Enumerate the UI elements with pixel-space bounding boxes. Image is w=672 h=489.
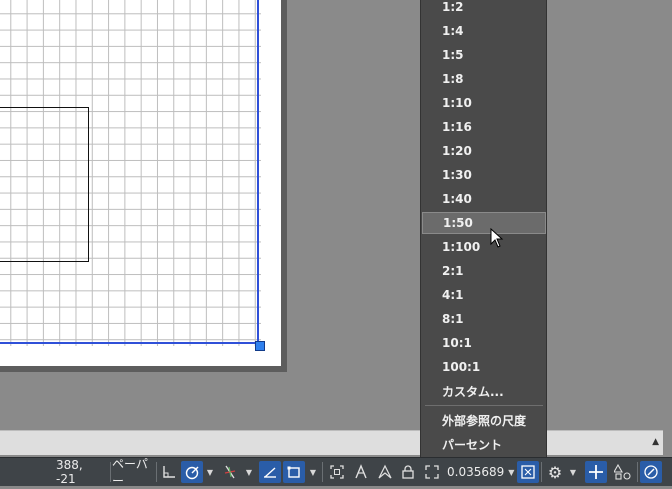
auto-scale-button[interactable]: [349, 458, 373, 486]
chevron-down-icon: ▼: [206, 467, 214, 477]
menu-item-scale[interactable]: 8:1: [422, 308, 546, 330]
menu-item-scale[interactable]: 1:16: [422, 116, 546, 138]
object-snap-dropdown[interactable]: ▼: [306, 458, 320, 486]
isodraft-dropdown[interactable]: ▼: [243, 458, 255, 486]
l-angle-icon: [163, 466, 175, 478]
sync-viewport-button[interactable]: [517, 461, 539, 483]
viewport-grip[interactable]: [255, 341, 265, 351]
menu-item-scale[interactable]: 10:1: [422, 332, 546, 354]
viewport-border[interactable]: [0, 0, 259, 344]
shapes-icon: [614, 464, 631, 480]
fullscreen-icon: [425, 465, 439, 479]
menu-item-scale[interactable]: 1:2: [422, 0, 546, 18]
polar-dropdown[interactable]: ▼: [204, 458, 216, 486]
menu-item-scale[interactable]: 1:100: [422, 236, 546, 258]
object-snap-button[interactable]: [283, 461, 305, 483]
menu-item-custom[interactable]: カスタム...: [422, 380, 546, 402]
paper-sheet: [0, 0, 281, 366]
status-bar: 388, -21 ペーパー ▼ ▼ ▼ 0.035689 ▼ ⚙ ▼: [0, 457, 672, 488]
workspace-button[interactable]: ⚙: [544, 458, 566, 486]
object-snap-tracking-button[interactable]: [259, 461, 281, 483]
annotation-auto-icon: [378, 464, 392, 479]
annotation-monitor-button[interactable]: [585, 461, 607, 483]
mouse-cursor-icon: [490, 228, 504, 248]
menu-item-percent[interactable]: パーセント: [422, 433, 546, 455]
menu-item-scale[interactable]: 1:10: [422, 92, 546, 114]
menu-item-scale[interactable]: 2:1: [422, 260, 546, 282]
fullscreen-button[interactable]: [421, 458, 443, 486]
menu-item-scale[interactable]: 1:5: [422, 44, 546, 66]
lock-icon: [402, 465, 414, 479]
chevron-down-icon: ▼: [245, 467, 253, 477]
isolate-objects-button[interactable]: [611, 458, 635, 486]
viewport-scale-icon: [521, 465, 535, 479]
menu-item-scale[interactable]: 1:30: [422, 164, 546, 186]
graphics-performance-button[interactable]: [640, 461, 662, 483]
drawing-canvas[interactable]: [0, 0, 672, 430]
menu-item-scale[interactable]: 1:8: [422, 68, 546, 90]
menu-item-scale[interactable]: 1:20: [422, 140, 546, 162]
menu-item-scale[interactable]: 1:40: [422, 188, 546, 210]
object-snap-icon: [287, 466, 300, 478]
chevron-down-icon: ▼: [569, 467, 577, 477]
chevron-down-icon: ▼: [309, 467, 317, 477]
bracket-frame-icon: [330, 465, 344, 479]
polar-tracking-icon: [185, 466, 199, 480]
snap-tracking-icon: [264, 467, 276, 478]
annotation-scale-value: 0.035689: [447, 465, 505, 479]
menu-item-scale[interactable]: 1:4: [422, 20, 546, 42]
scale-dropdown-menu: 1:2 1:4 1:5 1:8 1:10 1:16 1:20 1:30 1:40…: [420, 0, 547, 457]
menu-divider: [425, 405, 543, 406]
lock-button[interactable]: [397, 458, 419, 486]
infer-constraints-button[interactable]: [158, 458, 180, 486]
menu-item-xref-scales[interactable]: 外部参照の尺度: [422, 409, 546, 431]
coordinate-readout[interactable]: 388, -21: [56, 458, 106, 486]
space-text: ペーパー: [112, 457, 148, 488]
annotation-scale-selector[interactable]: 0.035689 ▼: [447, 458, 515, 486]
chevron-down-icon: ▼: [508, 467, 515, 477]
performance-dial-icon: [644, 465, 658, 479]
menu-item-scale[interactable]: 100:1: [422, 356, 546, 378]
space-toggle[interactable]: ペーパー: [112, 457, 154, 488]
menu-item-scale-highlighted[interactable]: 1:50: [422, 212, 546, 234]
menu-item-scale[interactable]: 4:1: [422, 284, 546, 306]
scroll-up-arrow-icon[interactable]: ▲: [652, 437, 659, 447]
isodraft-button[interactable]: [218, 458, 242, 486]
annotation-auto-button[interactable]: [373, 458, 397, 486]
workspace-dropdown[interactable]: ▼: [567, 458, 579, 486]
polar-tracking-button[interactable]: [181, 461, 203, 483]
plus-icon: [589, 465, 603, 479]
horizontal-scrollbar[interactable]: ▲: [0, 430, 663, 455]
gear-icon: ⚙: [547, 462, 563, 482]
annotation-scale-icon: [355, 464, 367, 479]
isodraft-icon: [224, 465, 236, 479]
coordinates-text: 388, -21: [56, 458, 83, 486]
annotation-visibility-button[interactable]: [325, 458, 349, 486]
